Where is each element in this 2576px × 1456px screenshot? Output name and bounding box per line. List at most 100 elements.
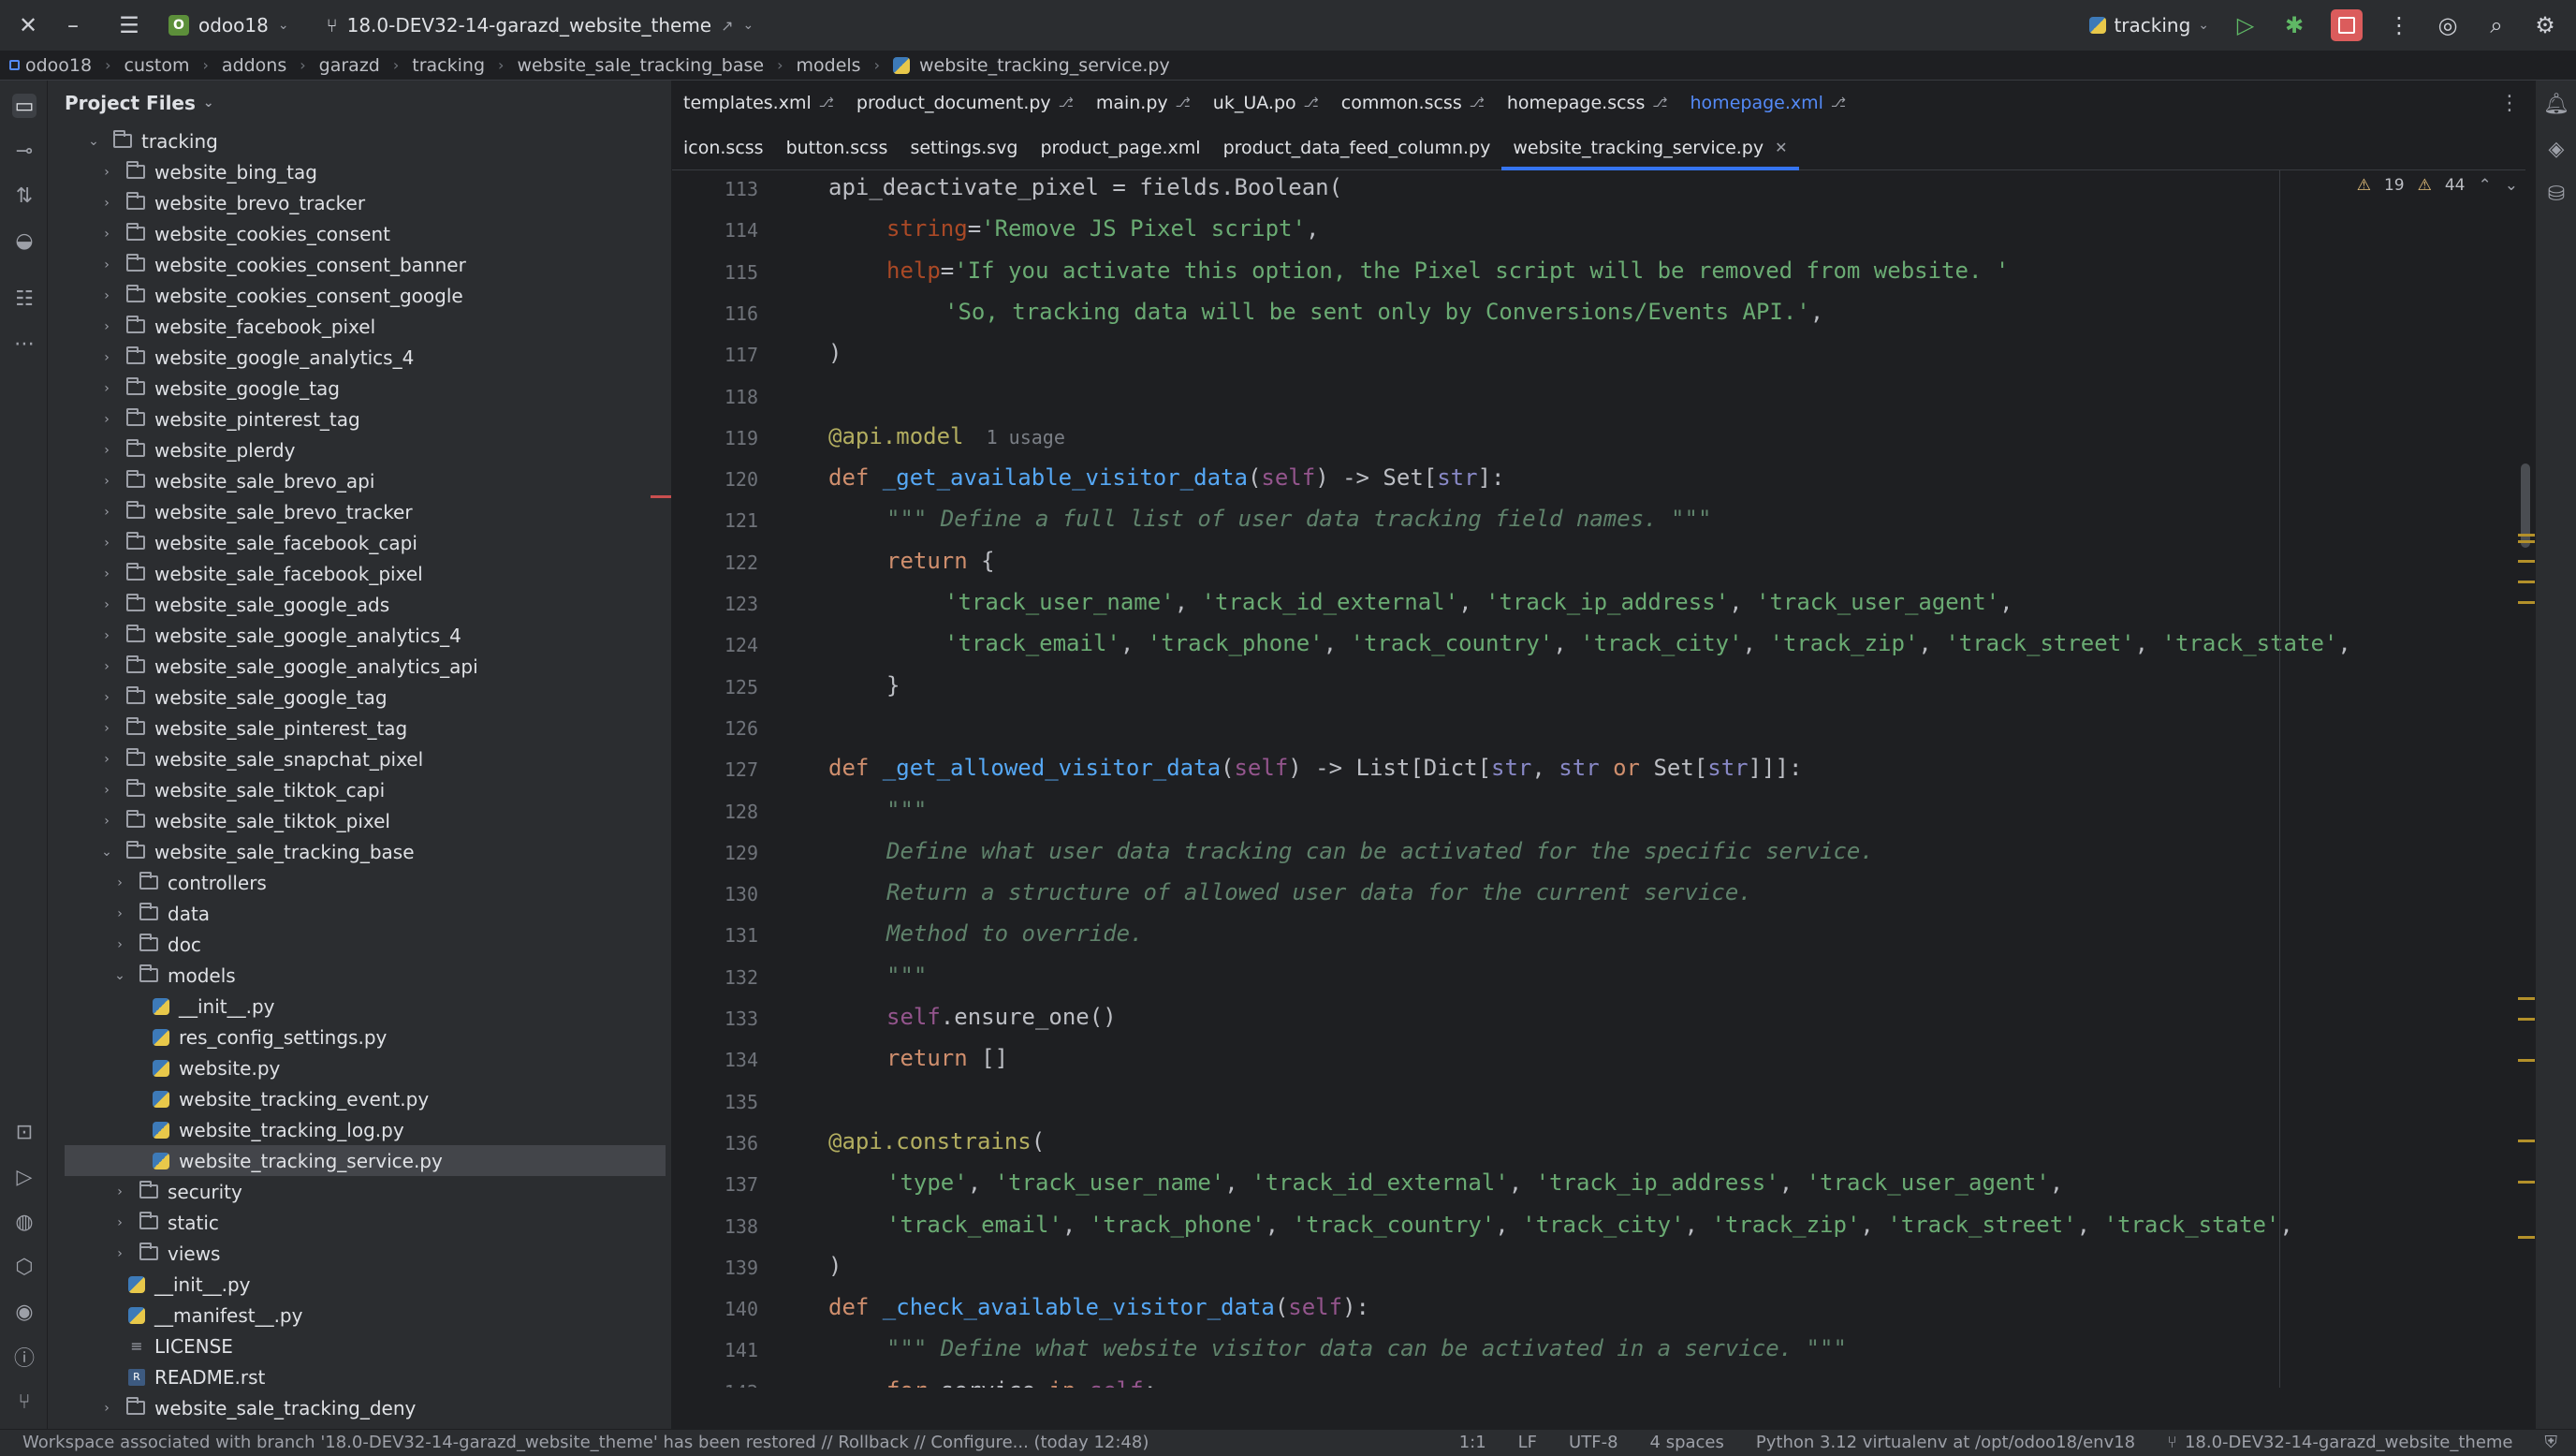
line-separator[interactable]: LF bbox=[1518, 1433, 1537, 1452]
error-stripe-marker[interactable] bbox=[2518, 1140, 2535, 1142]
tree-item[interactable]: › doc bbox=[48, 929, 666, 960]
terminal-icon[interactable]: ⊡ bbox=[12, 1120, 37, 1144]
editor-tab[interactable]: main.py bbox=[1085, 81, 1202, 125]
code-editor[interactable]: 113 api_deactivate_pixel = fields.Boolean… bbox=[672, 170, 2525, 1388]
tree-item[interactable]: › website_brevo_tracker bbox=[48, 187, 666, 218]
error-stripe-marker[interactable] bbox=[2518, 1018, 2535, 1021]
project-folder-icon[interactable]: ▭ bbox=[12, 94, 37, 118]
code-line[interactable]: """ bbox=[886, 963, 927, 989]
tree-item[interactable]: __init__.py bbox=[48, 1269, 666, 1300]
error-stripe-marker[interactable] bbox=[2518, 1059, 2535, 1062]
project-selector[interactable]: O odoo18 ⌄ bbox=[168, 14, 289, 37]
tree-item[interactable]: › website_cookies_consent_google bbox=[48, 280, 666, 311]
line-number[interactable]: 118 bbox=[672, 386, 758, 408]
tree-item[interactable]: › website_google_analytics_4 bbox=[48, 342, 666, 373]
editor-tab[interactable]: product_data_feed_column.py bbox=[1212, 125, 1502, 170]
editor-tab[interactable]: templates.xml bbox=[672, 81, 845, 125]
code-line[interactable]: self.ensure_one() bbox=[886, 1004, 1117, 1030]
structure-icon[interactable]: ☷ bbox=[12, 287, 37, 311]
lock-icon[interactable]: ⛨ bbox=[2545, 1433, 2558, 1452]
code-line[interactable]: @api.constrains( bbox=[828, 1128, 1045, 1155]
tree-item[interactable]: › website_plerdy bbox=[48, 434, 666, 465]
line-number[interactable]: 123 bbox=[672, 593, 758, 615]
tree-item[interactable]: › website_sale_google_ads bbox=[48, 589, 666, 620]
vcs-change-marker[interactable] bbox=[651, 495, 671, 498]
tree-item[interactable]: › security bbox=[48, 1176, 666, 1207]
code-line[interactable]: return [] bbox=[886, 1045, 1008, 1071]
breadcrumb-item[interactable]: odoo18 bbox=[9, 55, 92, 76]
code-line[interactable]: } bbox=[886, 672, 900, 699]
error-stripe-marker[interactable] bbox=[2518, 560, 2535, 563]
commit-icon[interactable]: ⊸ bbox=[12, 139, 37, 163]
tree-item[interactable]: __manifest__.py bbox=[48, 1300, 666, 1331]
code-line[interactable]: 'track_email', 'track_phone', 'track_cou… bbox=[944, 630, 2351, 656]
chevron-right-icon[interactable]: › bbox=[111, 937, 128, 952]
code-line[interactable]: """ Define a full list of user data trac… bbox=[886, 506, 1711, 532]
tree-item[interactable]: › website_sale_tracking_deny bbox=[48, 1392, 666, 1423]
code-line[interactable]: 'track_user_name', 'track_id_external', … bbox=[944, 589, 2013, 615]
tree-item[interactable]: website_tracking_service.py bbox=[65, 1145, 666, 1176]
code-line[interactable]: string='Remove JS Pixel script', bbox=[886, 215, 1319, 242]
chevron-right-icon[interactable]: › bbox=[98, 196, 115, 211]
code-line[interactable]: Method to override. bbox=[886, 920, 1144, 947]
chevron-right-icon[interactable]: › bbox=[98, 443, 115, 458]
line-number[interactable]: 120 bbox=[672, 468, 758, 491]
error-stripe-marker[interactable] bbox=[2518, 581, 2535, 583]
code-line[interactable]: ) bbox=[828, 1253, 842, 1279]
notifications-icon[interactable]: 🔔︎ bbox=[2543, 92, 2569, 116]
tree-item[interactable]: › website_sale_brevo_api bbox=[48, 465, 666, 496]
code-line[interactable]: Define what user data tracking can be ac… bbox=[886, 838, 1874, 864]
chevron-right-icon[interactable]: › bbox=[98, 566, 115, 581]
code-line[interactable]: for service in self: bbox=[886, 1377, 1157, 1388]
chevron-right-icon[interactable]: › bbox=[111, 1246, 128, 1261]
more-tools-icon[interactable]: ⋯ bbox=[12, 331, 37, 356]
chevron-right-icon[interactable]: › bbox=[98, 350, 115, 365]
chevron-right-icon[interactable]: › bbox=[98, 1401, 115, 1416]
line-number[interactable]: 121 bbox=[672, 509, 758, 532]
error-stripe-marker[interactable] bbox=[2518, 997, 2535, 1000]
line-number[interactable]: 113 bbox=[672, 178, 758, 200]
vcs-branch-selector[interactable]: ⑂ 18.0-DEV32-14-garazd_website_theme ↗ ⌄ bbox=[327, 14, 754, 37]
line-number[interactable]: 139 bbox=[672, 1257, 758, 1279]
git-icon[interactable]: ⑂ bbox=[12, 1390, 37, 1414]
editor-tab[interactable]: homepage.scss bbox=[1496, 81, 1679, 125]
line-number[interactable]: 128 bbox=[672, 801, 758, 823]
editor-tab[interactable]: uk_UA.po bbox=[1202, 81, 1330, 125]
line-number[interactable]: 125 bbox=[672, 676, 758, 699]
code-line[interactable]: 'track_email', 'track_phone', 'track_cou… bbox=[886, 1212, 2293, 1238]
line-number[interactable]: 140 bbox=[672, 1298, 758, 1320]
close-window-icon[interactable]: ✕ bbox=[7, 5, 49, 46]
chevron-up-icon[interactable]: ⌃ bbox=[2479, 176, 2492, 195]
code-line[interactable]: def _get_available_visitor_data(self) ->… bbox=[828, 464, 1505, 491]
line-number[interactable]: 129 bbox=[672, 842, 758, 864]
line-number[interactable]: 116 bbox=[672, 302, 758, 325]
line-number[interactable]: 124 bbox=[672, 634, 758, 656]
code-line[interactable]: """ Define what website visitor data can… bbox=[886, 1335, 1847, 1361]
code-line[interactable]: @api.model 1 usage bbox=[828, 423, 1065, 449]
chevron-right-icon[interactable]: › bbox=[98, 536, 115, 551]
chevron-down-icon[interactable]: ⌄ bbox=[2505, 176, 2518, 195]
chevron-right-icon[interactable]: › bbox=[98, 319, 115, 334]
line-number[interactable]: 119 bbox=[672, 427, 758, 449]
chevron-right-icon[interactable]: › bbox=[98, 783, 115, 798]
minimize-window-icon[interactable]: – bbox=[52, 5, 94, 46]
chevron-right-icon[interactable]: › bbox=[98, 752, 115, 767]
indent-setting[interactable]: 4 spaces bbox=[1650, 1433, 1724, 1452]
code-line[interactable]: def _check_available_visitor_data(self): bbox=[828, 1294, 1369, 1320]
code-line[interactable]: help='If you activate this option, the P… bbox=[886, 257, 2009, 284]
breadcrumb-item[interactable]: website_sale_tracking_base bbox=[517, 55, 764, 76]
chevron-right-icon[interactable]: › bbox=[98, 257, 115, 272]
editor-tab[interactable]: settings.svg bbox=[899, 125, 1029, 170]
caret-position[interactable]: 1:1 bbox=[1459, 1433, 1486, 1452]
run-icon[interactable]: ▷ bbox=[2233, 12, 2258, 38]
tree-item[interactable]: __init__.py bbox=[48, 991, 666, 1022]
more-icon[interactable]: ⋮ bbox=[2387, 12, 2411, 38]
vcs-branch-status[interactable]: ⑂ 18.0-DEV32-14-garazd_website_theme bbox=[2167, 1433, 2512, 1452]
database-icon[interactable]: ⛁ bbox=[2544, 182, 2569, 206]
tree-item[interactable]: ⌄ website_sale_tracking_base bbox=[48, 836, 666, 867]
error-stripe-marker[interactable] bbox=[2518, 601, 2535, 604]
breadcrumb-item[interactable]: addons bbox=[222, 55, 286, 76]
tree-item[interactable]: website_tracking_event.py bbox=[48, 1083, 666, 1114]
error-stripe-marker[interactable] bbox=[2518, 1181, 2535, 1184]
tree-item[interactable]: › static bbox=[48, 1207, 666, 1238]
